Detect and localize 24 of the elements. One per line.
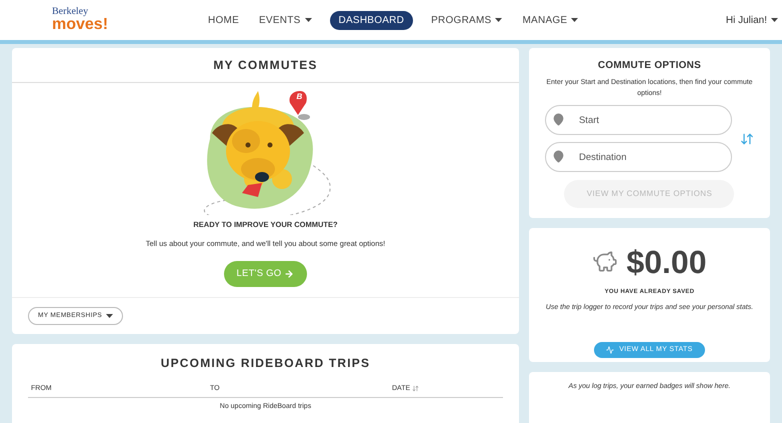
user-menu[interactable]: Hi Julian! (726, 12, 778, 28)
caret-icon (771, 18, 778, 22)
card-title: UPCOMING RIDEBOARD TRIPS (160, 354, 372, 372)
logo-bottom-text: moves! (52, 17, 110, 33)
location-field[interactable]: Start (544, 105, 732, 135)
arrow-right-icon (284, 268, 294, 279)
nav-link[interactable]: HOME (206, 10, 241, 30)
swap-icon[interactable] (740, 132, 754, 146)
nav-link[interactable]: MANAGE (520, 10, 580, 30)
pin-label: B (296, 93, 302, 101)
nav-link[interactable]: PROGRAMS (429, 10, 504, 30)
map-pin-icon (552, 113, 565, 126)
sort-icon (412, 385, 420, 392)
location-field[interactable]: Destination (544, 142, 732, 172)
nav-link[interactable]: EVENTS (257, 10, 314, 30)
card-title: MY COMMUTES (213, 57, 318, 74)
logo-top-text: Berkeley (52, 7, 90, 17)
savings-amount: $0.00 (626, 246, 707, 278)
map-pin-icon (552, 150, 565, 163)
pulse-icon (606, 346, 614, 354)
nav-link[interactable]: DASHBOARD (330, 10, 414, 30)
caret-icon (106, 314, 114, 318)
logo[interactable]: Berkeley moves! (52, 7, 142, 33)
card-title: COMMUTE OPTIONS (598, 59, 702, 73)
